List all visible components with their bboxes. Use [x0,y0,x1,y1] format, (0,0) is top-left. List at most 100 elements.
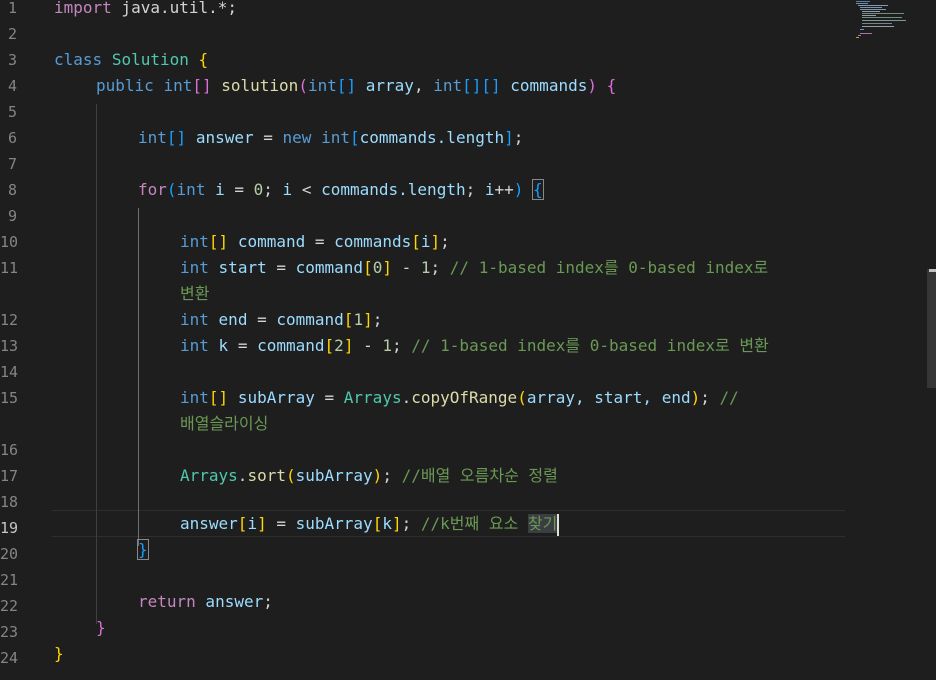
token: end [218,310,248,329]
code-line[interactable]: return answer; [138,589,273,615]
token: int [180,232,209,251]
token: ; [700,388,720,407]
code-line[interactable]: } [137,537,149,563]
token: commands.length [359,128,505,147]
token: new [282,128,312,147]
token: , [413,76,434,95]
token: [ [363,258,373,277]
comment: // [719,388,739,407]
minimap-line [860,7,882,8]
line-number: 12 [0,311,19,329]
token: } [54,644,64,663]
token: 1 [420,258,431,277]
minimap[interactable] [852,0,912,42]
token: - [391,258,421,277]
code-line[interactable]: import java.util.*; [54,0,237,21]
token: command [295,258,364,277]
token: = [253,128,283,147]
token: ; [430,258,450,277]
token: ++ [494,180,514,199]
token: ; [263,180,283,199]
token: 0 [372,258,383,277]
token: . [401,388,412,407]
code-line[interactable]: for(int i = 0; i < commands.length; i++)… [138,177,544,203]
token: ; [465,180,485,199]
token: = [305,232,335,251]
token: int [176,180,206,199]
code-line[interactable]: Arrays.sort(subArray); //배열 오름차순 정렬 [180,463,558,489]
code-line[interactable]: int k = command[2] - 1; // 1-based index… [180,333,769,359]
line-number: 7 [7,155,17,173]
token: ( [298,76,308,95]
code-line[interactable]: int[] subArray = Arrays.copyOfRange(arra… [180,385,739,411]
token: subArray [295,466,373,485]
line-number: 17 [0,467,19,485]
token: solution [221,76,299,95]
token: 0 [253,180,264,199]
token: int [180,388,209,407]
token: 1 [353,310,364,329]
code-line[interactable]: int start = command[0] - 1; // 1-based i… [180,255,768,281]
token: ) [690,388,701,407]
code-line[interactable]: int end = command[1]; [180,307,382,333]
token: 1 [382,336,392,355]
scrollbar-track[interactable] [927,269,936,388]
token: commands.length [321,180,466,199]
token: commands [334,232,412,251]
token: < [292,180,322,199]
minimap-line [862,20,906,21]
token: int [433,76,463,95]
line-number: 1 [7,0,17,17]
line-number: 22 [0,597,19,615]
line-number: 16 [0,441,19,459]
minimap-line [862,11,880,12]
token: int [180,258,209,277]
token: [] [336,76,357,95]
token: = [266,514,296,533]
token: ; [401,514,421,533]
token: = [266,258,296,277]
token: sort [247,466,286,485]
token: ] [430,232,441,251]
token: int [138,128,167,147]
scrollbar-cursor-marker [929,269,936,272]
token: ; [440,232,450,251]
token: ( [285,466,296,485]
code-line[interactable]: public int[] solution(int[] array, int[]… [96,73,616,99]
comment: //배열 오름차순 정렬 [401,466,558,485]
line-number: 24 [0,649,19,667]
minimap-line [862,17,902,18]
token: [ [349,128,360,147]
token: [ [411,232,421,251]
token: ) [372,466,383,485]
token: Solution [111,50,189,69]
token: ] [382,258,392,277]
token: i [247,514,258,533]
code-line[interactable]: } [96,615,106,641]
token: i [282,180,293,199]
code-line[interactable]: int[] answer = new int[commands.length]; [138,125,523,151]
code-line[interactable]: } [54,641,64,667]
token: ( [517,388,527,407]
token: command [257,336,325,355]
line-number: 15 [0,389,19,407]
code-line-active[interactable]: answer[i] = subArray[k]; //k번째 요소 찾기 [180,511,560,537]
token: subArray [295,514,373,533]
token: public [96,76,154,95]
minimap-line [856,1,870,2]
line-number: 10 [0,233,19,251]
token: i [215,180,225,199]
code-line[interactable]: class Solution { [54,47,208,73]
token: copyOfRange [411,388,518,407]
token: ] [257,514,267,533]
line-number: 13 [0,337,19,355]
code-line[interactable]: int[] command = commands[i]; [180,229,450,255]
line-number: 8 [7,181,17,199]
code-editor[interactable]: 1 2 3 4 5 6 7 8 9 10 11 12 13 14 15 16 1… [0,0,936,680]
token: [ [372,514,383,533]
token: { [606,76,617,95]
comment-wrap: 배열슬라이싱 [180,414,269,433]
token: subArray [237,388,315,407]
token: int [163,76,193,95]
minimap-line [862,26,894,27]
